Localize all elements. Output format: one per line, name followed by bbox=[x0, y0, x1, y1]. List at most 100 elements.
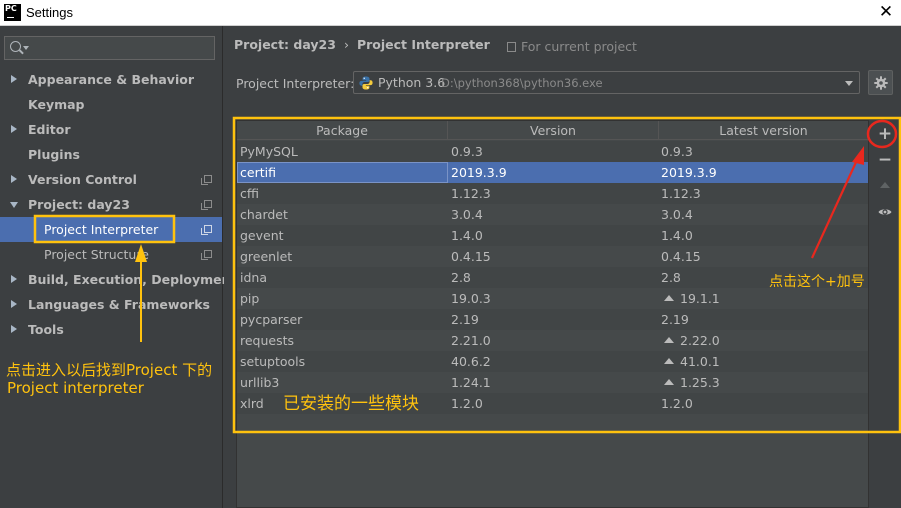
package-version-cell: 1.24.1 bbox=[451, 372, 656, 393]
package-latest-cell-text: 1.25.3 bbox=[680, 375, 720, 390]
package-version-cell-text: 40.6.2 bbox=[451, 354, 491, 369]
package-name-cell: chardet bbox=[240, 204, 445, 225]
chevron-right-icon bbox=[11, 75, 17, 83]
breadcrumb-page: Project Interpreter bbox=[356, 37, 490, 52]
package-name-cell: pip bbox=[240, 288, 445, 309]
sidebar-item-build-execution-deployment[interactable]: Build, Execution, Deployment bbox=[0, 267, 236, 292]
table-row[interactable]: pycparser 2.19 2.19 bbox=[237, 309, 868, 330]
table-row[interactable]: gevent 1.4.0 1.4.0 bbox=[237, 225, 868, 246]
sidebar-item-tools[interactable]: Tools bbox=[0, 317, 222, 342]
package-latest-cell: 1.4.0 bbox=[661, 225, 866, 246]
sidebar-item-version-control[interactable]: Version Control bbox=[0, 167, 222, 192]
close-window-button[interactable]: ✕ bbox=[877, 3, 895, 21]
package-version-cell-text: 0.9.3 bbox=[451, 144, 483, 159]
package-version-cell-text: 3.0.4 bbox=[451, 207, 483, 222]
package-latest-cell-text: 1.2.0 bbox=[661, 396, 693, 411]
sidebar-item-project-structure[interactable]: Project Structure bbox=[0, 242, 222, 267]
sidebar-item-plugins[interactable]: Plugins bbox=[0, 142, 222, 167]
package-version-cell-text: 1.24.1 bbox=[451, 375, 491, 390]
table-row[interactable]: setuptools 40.6.2 41.0.1 bbox=[237, 351, 868, 372]
gear-icon bbox=[874, 76, 888, 90]
package-version-cell-text: 1.12.3 bbox=[451, 186, 491, 201]
settings-search-input[interactable] bbox=[4, 36, 215, 60]
sidebar-item-project-interpreter[interactable]: Project Interpreter bbox=[0, 217, 222, 242]
chevron-down-icon bbox=[10, 202, 18, 208]
package-latest-cell-text: 2019.3.9 bbox=[661, 165, 717, 180]
package-latest-cell-text: 2.22.0 bbox=[680, 333, 720, 348]
add-package-button[interactable]: + bbox=[877, 126, 893, 143]
table-row[interactable]: chardet 3.0.4 3.0.4 bbox=[237, 204, 868, 225]
package-version-cell-text: 2.8 bbox=[451, 270, 471, 285]
table-row[interactable]: requests 2.21.0 2.22.0 bbox=[237, 330, 868, 351]
package-name-cell: idna bbox=[240, 267, 445, 288]
package-name-cell-text: xlrd bbox=[240, 396, 264, 411]
breadcrumb: Project: day23 › Project Interpreter bbox=[234, 37, 490, 52]
column-header-package[interactable]: Package bbox=[237, 121, 448, 140]
eye-icon bbox=[878, 209, 892, 215]
package-name-cell-text: chardet bbox=[240, 207, 288, 222]
package-version-cell-text: 19.0.3 bbox=[451, 291, 491, 306]
package-version-cell-text: 1.2.0 bbox=[451, 396, 483, 411]
sidebar-item-languages-frameworks[interactable]: Languages & Frameworks bbox=[0, 292, 222, 317]
package-latest-cell-text: 2.8 bbox=[661, 270, 681, 285]
package-name-cell: gevent bbox=[240, 225, 445, 246]
annotation-left-note-line2: Project interpreter bbox=[7, 379, 144, 397]
table-header: Package Version Latest version bbox=[237, 121, 868, 140]
sidebar-item-keymap[interactable]: Keymap bbox=[0, 92, 222, 117]
package-name-cell: PyMySQL bbox=[240, 141, 445, 162]
document-icon bbox=[507, 42, 516, 52]
table-row[interactable]: PyMySQL 0.9.3 0.9.3 bbox=[237, 141, 868, 162]
package-latest-cell-text: 19.1.1 bbox=[680, 291, 720, 306]
title-bar: PC Settings ✕ bbox=[0, 0, 901, 26]
package-name-cell-text: setuptools bbox=[240, 354, 306, 369]
table-row[interactable]: certifi 2019.3.9 2019.3.9 bbox=[237, 162, 868, 183]
remove-package-button[interactable]: − bbox=[877, 152, 893, 169]
table-row[interactable]: cffi 1.12.3 1.12.3 bbox=[237, 183, 868, 204]
chevron-right-icon bbox=[11, 125, 17, 133]
sidebar-item-label: Version Control bbox=[28, 172, 137, 187]
settings-main-panel: Project: day23 › Project Interpreter For c… bbox=[224, 26, 901, 508]
table-row[interactable]: greenlet 0.4.15 0.4.15 bbox=[237, 246, 868, 267]
upgrade-package-button[interactable] bbox=[877, 178, 893, 194]
interpreter-settings-button[interactable] bbox=[868, 70, 893, 95]
sidebar-item-label: Languages & Frameworks bbox=[28, 297, 210, 312]
package-version-cell: 0.4.15 bbox=[451, 246, 656, 267]
package-latest-cell-text: 1.12.3 bbox=[661, 186, 701, 201]
package-name-cell-text: PyMySQL bbox=[240, 144, 298, 159]
packages-table[interactable]: Package Version Latest version PyMySQL 0.… bbox=[236, 120, 869, 508]
settings-sidebar: Appearance & Behavior Keymap Editor Plug… bbox=[0, 26, 236, 508]
package-latest-cell-text: 41.0.1 bbox=[680, 354, 720, 369]
for-current-project-hint: For current project bbox=[507, 39, 637, 54]
package-version-cell-text: 2.19 bbox=[451, 312, 479, 327]
package-name-cell: requests bbox=[240, 330, 445, 351]
sidebar-item-appearance-behavior[interactable]: Appearance & Behavior bbox=[0, 67, 222, 92]
show-early-releases-button[interactable] bbox=[877, 204, 893, 220]
package-version-cell: 1.2.0 bbox=[451, 393, 656, 414]
package-version-cell: 2.19 bbox=[451, 309, 656, 330]
package-latest-cell-text: 2.19 bbox=[661, 312, 689, 327]
package-name-cell: cffi bbox=[240, 183, 445, 204]
package-latest-cell: 0.4.15 bbox=[661, 246, 866, 267]
chevron-right-icon bbox=[11, 275, 17, 283]
sidebar-item-label: Project Structure bbox=[44, 247, 149, 262]
package-name-cell: greenlet bbox=[240, 246, 445, 267]
package-version-cell: 1.4.0 bbox=[451, 225, 656, 246]
table-row[interactable]: pip 19.0.3 19.1.1 bbox=[237, 288, 868, 309]
for-current-project-text: For current project bbox=[521, 39, 637, 54]
package-name-cell-text: requests bbox=[240, 333, 295, 348]
project-scope-icon bbox=[201, 250, 212, 260]
sidebar-item-project[interactable]: Project: day23 bbox=[0, 192, 222, 217]
package-version-cell: 19.0.3 bbox=[451, 288, 656, 309]
column-header-latest-version[interactable]: Latest version bbox=[659, 121, 868, 140]
package-version-cell-text: 1.4.0 bbox=[451, 228, 483, 243]
column-header-version[interactable]: Version bbox=[448, 121, 659, 140]
project-scope-icon bbox=[201, 225, 212, 235]
project-scope-icon bbox=[201, 200, 212, 210]
sidebar-item-editor[interactable]: Editor bbox=[0, 117, 222, 142]
upgrade-available-icon bbox=[664, 379, 674, 385]
package-version-cell-text: 2019.3.9 bbox=[451, 165, 507, 180]
annotation-plus-note: 点击这个+加号 bbox=[769, 274, 865, 290]
interpreter-select[interactable]: Python 3.6 D:\python368\python36.exe bbox=[353, 71, 860, 94]
package-name-cell-text: certifi bbox=[240, 165, 276, 180]
package-latest-cell: 1.25.3 bbox=[661, 372, 866, 393]
